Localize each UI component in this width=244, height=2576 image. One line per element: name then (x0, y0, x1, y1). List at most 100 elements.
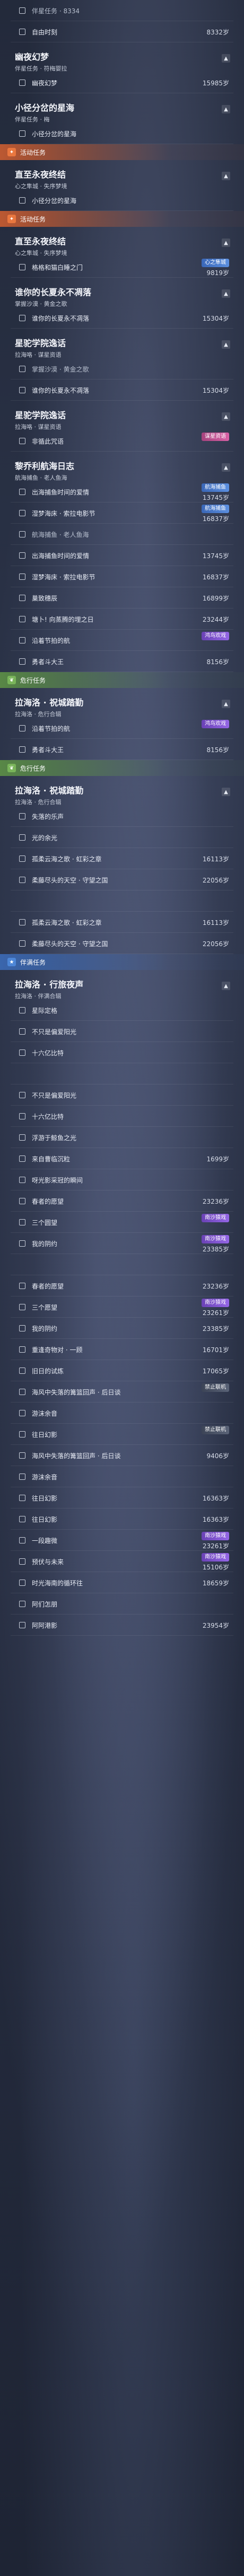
checkbox-icon[interactable] (19, 1389, 25, 1395)
chevron-up-icon[interactable]: ▲ (222, 982, 230, 990)
chevron-up-icon[interactable]: ▲ (222, 700, 230, 708)
quest-step[interactable]: 不只是偏爱阳光 (0, 1021, 244, 1042)
quest-step[interactable]: 呀光影采冠的瞬间 (0, 1169, 244, 1190)
checkbox-icon[interactable] (19, 130, 25, 137)
checkbox-icon[interactable] (19, 264, 25, 270)
checkbox-icon[interactable] (19, 315, 25, 321)
checkbox-icon[interactable] (19, 919, 25, 925)
quest-step[interactable]: 谁你的长夏永不凋落 15304岁 (0, 380, 244, 401)
quest-step[interactable]: 小径分岔的星海 (0, 123, 244, 144)
chevron-up-icon[interactable]: ▲ (222, 105, 230, 113)
quest-step[interactable]: 我的阴约 23385岁 (0, 1318, 244, 1339)
checkbox-icon[interactable] (19, 1474, 25, 1480)
checkbox-icon[interactable] (19, 197, 25, 204)
quest-step[interactable]: 格格和猫白睡之门 心之隼城 9819岁 (0, 257, 244, 278)
quest-step[interactable]: 湿梦海床 · 索拉电影节 航海捕鱼 16837岁 (0, 502, 244, 524)
quest-step[interactable] (0, 1254, 244, 1275)
checkbox-icon[interactable] (19, 746, 25, 753)
quest-step[interactable]: 时光海南的循环往 18659岁 (0, 1572, 244, 1593)
checkbox-icon[interactable] (19, 1198, 25, 1204)
quest-step[interactable]: 浮游于鲸鱼之光 (0, 1127, 244, 1148)
quest-step[interactable]: 湿梦海床 · 索拉电影节 16837岁 (0, 566, 244, 587)
quest-step[interactable]: 自由时刻 8332岁 (0, 21, 244, 42)
checkbox-icon[interactable] (19, 1304, 25, 1310)
checkbox-icon[interactable] (19, 1092, 25, 1098)
checkbox-icon[interactable] (19, 1134, 25, 1141)
quest-step[interactable]: 一段趣微 南沙猿戏 23261岁 (0, 1530, 244, 1551)
checkbox-icon[interactable] (19, 7, 25, 14)
quest-step[interactable] (0, 1063, 244, 1084)
quest-step[interactable]: 柔藤尽头的天空 · 守望之国 22056岁 (0, 869, 244, 890)
checkbox-icon[interactable] (19, 1346, 25, 1353)
quest-step[interactable]: 海风中失落的篝篮回声 · 后日谈 9406岁 (0, 1445, 244, 1466)
quest-step[interactable]: 三个圆望 南沙猿戏 (0, 1212, 244, 1233)
checkbox-icon[interactable] (19, 855, 25, 862)
quest-step[interactable]: 谁你的长夏永不凋落 15304岁 (0, 307, 244, 329)
chevron-up-icon[interactable]: ▲ (222, 463, 230, 472)
checkbox-icon[interactable] (19, 1495, 25, 1501)
checkbox-icon[interactable] (19, 438, 25, 444)
checkbox-icon[interactable] (19, 1155, 25, 1162)
checkbox-icon[interactable] (19, 725, 25, 731)
quest-step[interactable]: 往日幻影 16363岁 (0, 1487, 244, 1508)
quest-step[interactable]: 沿着节拍的航 鸿鸟欢戏 (0, 718, 244, 739)
quest-step[interactable]: 伴星任务 · 8334 (0, 0, 244, 21)
checkbox-icon[interactable] (19, 1452, 25, 1459)
checkbox-icon[interactable] (19, 552, 25, 559)
chevron-up-icon[interactable]: ▲ (222, 239, 230, 247)
quest-step[interactable]: 光的余光 (0, 827, 244, 848)
quest-step[interactable]: 海风中失落的篝篮回声 · 后日谈 禁止联机 (0, 1381, 244, 1402)
checkbox-icon[interactable] (19, 510, 25, 516)
quest-step[interactable]: 幽夜幻梦 15985岁 (0, 72, 244, 93)
quest-step[interactable]: 往日幻影 16363岁 (0, 1508, 244, 1530)
checkbox-icon[interactable] (19, 1580, 25, 1586)
quest-step[interactable]: 巢致穗辰 16899岁 (0, 587, 244, 608)
quest-step[interactable]: 失落的乐声 (0, 806, 244, 827)
quest-step[interactable]: 游沫余音 (0, 1466, 244, 1487)
quest-step[interactable]: 十六亿比特 (0, 1042, 244, 1063)
quest-step[interactable]: 沿着节拍的航 鸿鸟欢戏 (0, 630, 244, 651)
chevron-up-icon[interactable]: ▲ (222, 172, 230, 180)
quest-step[interactable]: 十六亿比特 (0, 1106, 244, 1127)
quest-step[interactable]: 往日幻影 禁止联机 (0, 1424, 244, 1445)
chevron-up-icon[interactable]: ▲ (222, 340, 230, 349)
quest-step[interactable]: 阿阿港影 23954岁 (0, 1615, 244, 1636)
checkbox-icon[interactable] (19, 366, 25, 372)
chevron-up-icon[interactable]: ▲ (222, 289, 230, 298)
checkbox-icon[interactable] (19, 489, 25, 495)
checkbox-icon[interactable] (19, 877, 25, 883)
checkbox-icon[interactable] (19, 80, 25, 86)
checkbox-icon[interactable] (19, 1113, 25, 1119)
checkbox-icon[interactable] (19, 940, 25, 947)
quest-step[interactable]: 柔藤尽头的天空 · 守望之国 22056岁 (0, 933, 244, 954)
quest-step[interactable]: 出海捕鱼时间的爱情 航海捕鱼 13745岁 (0, 481, 244, 502)
checkbox-icon[interactable] (19, 1558, 25, 1565)
checkbox-icon[interactable] (19, 1410, 25, 1416)
quest-step[interactable]: 小径分岔的星海 (0, 190, 244, 211)
checkbox-icon[interactable] (19, 595, 25, 601)
chevron-up-icon[interactable]: ▲ (222, 788, 230, 796)
quest-step[interactable]: 来自曹临沉粒 1699岁 (0, 1148, 244, 1169)
checkbox-icon[interactable] (19, 1049, 25, 1056)
checkbox-icon[interactable] (19, 1368, 25, 1374)
checkbox-icon[interactable] (19, 1537, 25, 1543)
quest-step[interactable]: 游沫余音 (0, 1402, 244, 1424)
quest-step[interactable]: 重逢奇物对 · 一顾 16701岁 (0, 1339, 244, 1360)
quest-step[interactable]: 阿们怎朋 (0, 1593, 244, 1615)
checkbox-icon[interactable] (19, 531, 25, 537)
checkbox-icon[interactable] (19, 1177, 25, 1183)
checkbox-icon[interactable] (19, 1601, 25, 1607)
checkbox-icon[interactable] (19, 1240, 25, 1247)
quest-step[interactable]: 勇者斗大王 8156岁 (0, 651, 244, 672)
checkbox-icon[interactable] (19, 1431, 25, 1437)
quest-step[interactable]: 非循此咒语 谋星资语 (0, 430, 244, 452)
checkbox-icon[interactable] (19, 574, 25, 580)
quest-step[interactable]: 勇者斗大王 8156岁 (0, 739, 244, 760)
checkbox-icon[interactable] (19, 387, 25, 393)
checkbox-icon[interactable] (19, 1219, 25, 1225)
quest-step[interactable]: 三个愿望 南沙猿戏 23261岁 (0, 1296, 244, 1318)
quest-step[interactable]: 出海捕鱼时间的爱情 13745岁 (0, 545, 244, 566)
checkbox-icon[interactable] (19, 834, 25, 841)
checkbox-icon[interactable] (19, 616, 25, 622)
quest-step[interactable]: 塘卜! 向蒸腾的埋之日 23244岁 (0, 608, 244, 630)
